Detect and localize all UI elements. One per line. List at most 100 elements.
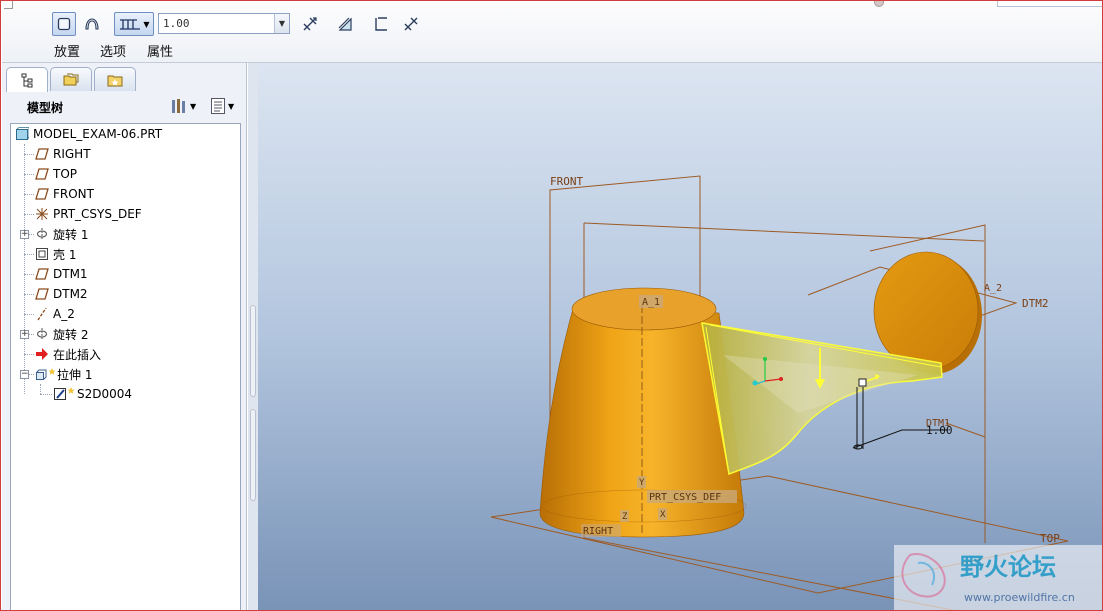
tree-item-part[interactable]: MODEL_EXAM-06.PRT [15, 124, 162, 144]
part-icon [16, 127, 29, 140]
tree-item-label: DTM1 [53, 267, 88, 281]
axis-a1-label: A_1 [642, 297, 660, 308]
tree-item-label: RIGHT [53, 147, 91, 161]
collapse-grip[interactable] [250, 305, 256, 397]
tree-item-label: S2D0004 [77, 387, 133, 401]
csys-label: PRT_CSYS_DEF [649, 492, 721, 503]
flip-direction-button[interactable] [298, 12, 322, 36]
tree-item-label: A_2 [53, 307, 75, 321]
collapse-toggle[interactable]: − [20, 370, 29, 379]
tab-options[interactable]: 选项 [100, 41, 126, 60]
tree-item-label: DTM2 [53, 287, 88, 301]
dtm2-label: DTM2 [1022, 297, 1049, 310]
datum-plane-icon [35, 168, 49, 180]
search-field[interactable] [997, 1, 1102, 7]
collapse-grip[interactable] [250, 409, 256, 501]
depth-option-button[interactable]: ▼ [114, 12, 154, 36]
tree-item-a2[interactable]: A_2 [35, 304, 75, 324]
remove-material-icon [338, 17, 352, 31]
application-window: ▼ ▼ 放置 选项 属性 [0, 0, 1103, 611]
remove-material-button[interactable] [333, 12, 357, 36]
tree-item-revolve-1[interactable]: 旋转 1 [35, 224, 88, 244]
tree-item-label: 在此插入 [53, 347, 102, 362]
tab-properties[interactable]: 属性 [147, 41, 173, 60]
datum-plane-icon [35, 188, 49, 200]
panel-splitter[interactable] [248, 63, 258, 610]
tree-item-front[interactable]: FRONT [35, 184, 94, 204]
tree-item-label: 旋转 2 [53, 327, 89, 342]
model-canvas[interactable]: 1.00 FRONT A_1 A_2 DTM2 DTM1 PRT_CSYS_DE… [258, 63, 1103, 611]
settings-dropdown[interactable]: ▼ [170, 97, 196, 115]
favorites-icon [107, 75, 123, 86]
sketch-icon [54, 387, 75, 400]
feature-dashboard: ▼ ▼ 放置 选项 属性 [2, 1, 1102, 63]
chevron-down-icon: ▼ [190, 101, 197, 111]
tree-item-extrude-1[interactable]: 拉伸 1 [35, 364, 92, 384]
right-plane-label: RIGHT [583, 526, 613, 537]
watermark-logo: 野火论坛 www.proewildfire.cn [894, 545, 1102, 610]
tree-item-label: 壳 1 [53, 247, 77, 262]
solid-button[interactable] [52, 12, 76, 36]
tree-item-label: MODEL_EXAM-06.PRT [33, 127, 163, 141]
navigator-panel: 模型树 ▼ ▼ MODEL_EXAM-06.PRT RIGHT TOP FRON… [2, 63, 247, 610]
csys-z-label: Z [622, 512, 628, 522]
insert-here-icon [36, 348, 48, 360]
tree-item-label: TOP [53, 167, 78, 181]
datum-axis-icon [37, 307, 47, 321]
tree-item-label: 拉伸 1 [57, 367, 93, 382]
dtm1-label: DTM1 [926, 418, 950, 429]
watermark-title: 野火论坛 [960, 553, 1056, 581]
tab-model-tree[interactable] [6, 67, 48, 92]
folder-icon [63, 73, 79, 85]
csys-y-label: Y [639, 478, 645, 488]
surface-icon [85, 18, 99, 30]
show-dropdown[interactable]: ▼ [210, 97, 234, 115]
thicken-icon [375, 17, 387, 31]
depth-value-field[interactable]: ▼ [158, 13, 290, 34]
datum-plane-icon [35, 148, 49, 160]
watermark-url: www.proewildfire.cn [964, 591, 1075, 604]
chevron-down-icon: ▼ [228, 101, 235, 111]
tree-item-label: PRT_CSYS_DEF [53, 207, 142, 221]
navigator-tabs [6, 67, 138, 92]
graphics-viewport[interactable]: 1.00 FRONT A_1 A_2 DTM2 DTM1 PRT_CSYS_DE… [258, 63, 1103, 611]
tree-item-dtm1[interactable]: DTM1 [35, 264, 88, 284]
tree-item-shell-1[interactable]: 壳 1 [35, 244, 76, 264]
model-tree-icon [21, 73, 33, 88]
top-plane-label: TOP [1040, 532, 1060, 545]
tab-folder-browser[interactable] [50, 67, 92, 91]
tree-item-sketch[interactable]: S2D0004 [53, 384, 132, 404]
tab-placement[interactable]: 放置 [54, 41, 80, 60]
datum-plane-icon [35, 268, 49, 280]
csys-icon [36, 208, 48, 220]
thicken-sketch-button[interactable] [369, 12, 393, 36]
tools-icon [172, 99, 185, 113]
blind-depth-icon [120, 19, 141, 30]
expand-toggle[interactable]: + [20, 330, 29, 339]
revolve-icon [36, 228, 48, 240]
flip-thickness-button[interactable] [399, 12, 423, 36]
chevron-down-icon[interactable]: ▼ [274, 14, 289, 33]
tree-item-dtm2[interactable]: DTM2 [35, 284, 88, 304]
list-icon [211, 98, 225, 114]
flip-thickness-icon [404, 17, 418, 31]
model-tree-title: 模型树 [27, 101, 64, 115]
tree-item-revolve-2[interactable]: 旋转 2 [35, 324, 88, 344]
expand-toggle[interactable]: + [20, 230, 29, 239]
tree-item-insert-here[interactable]: 在此插入 [35, 344, 101, 364]
tree-item-top[interactable]: TOP [35, 164, 77, 184]
revolve-icon [36, 328, 48, 340]
tree-item-csys[interactable]: PRT_CSYS_DEF [35, 204, 142, 224]
front-plane-label: FRONT [550, 175, 583, 188]
depth-value-input[interactable] [159, 14, 275, 33]
surface-button[interactable] [80, 12, 104, 36]
tree-item-right[interactable]: RIGHT [35, 144, 91, 164]
chevron-down-icon: ▼ [143, 19, 150, 29]
csys-x-label: X [660, 510, 666, 520]
tree-header: 模型树 ▼ ▼ [6, 91, 243, 119]
shell-icon [36, 248, 48, 260]
datum-plane-icon [35, 288, 49, 300]
tab-favorites[interactable] [94, 67, 136, 91]
solid-icon [57, 17, 71, 31]
axis-a2-label: A_2 [984, 283, 1002, 294]
